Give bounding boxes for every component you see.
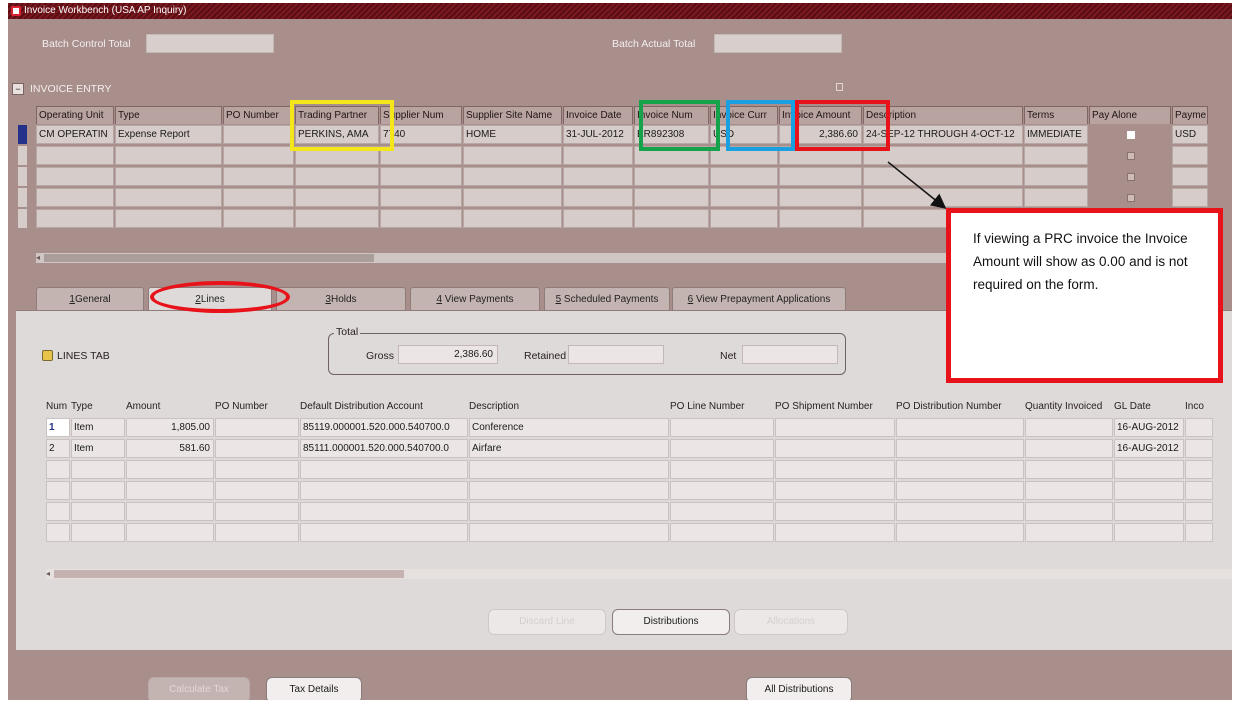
annotation-callout: If viewing a PRC invoice the Invoice Amo… <box>946 208 1223 383</box>
callout-text: If viewing a PRC invoice the Invoice Amo… <box>973 231 1188 292</box>
